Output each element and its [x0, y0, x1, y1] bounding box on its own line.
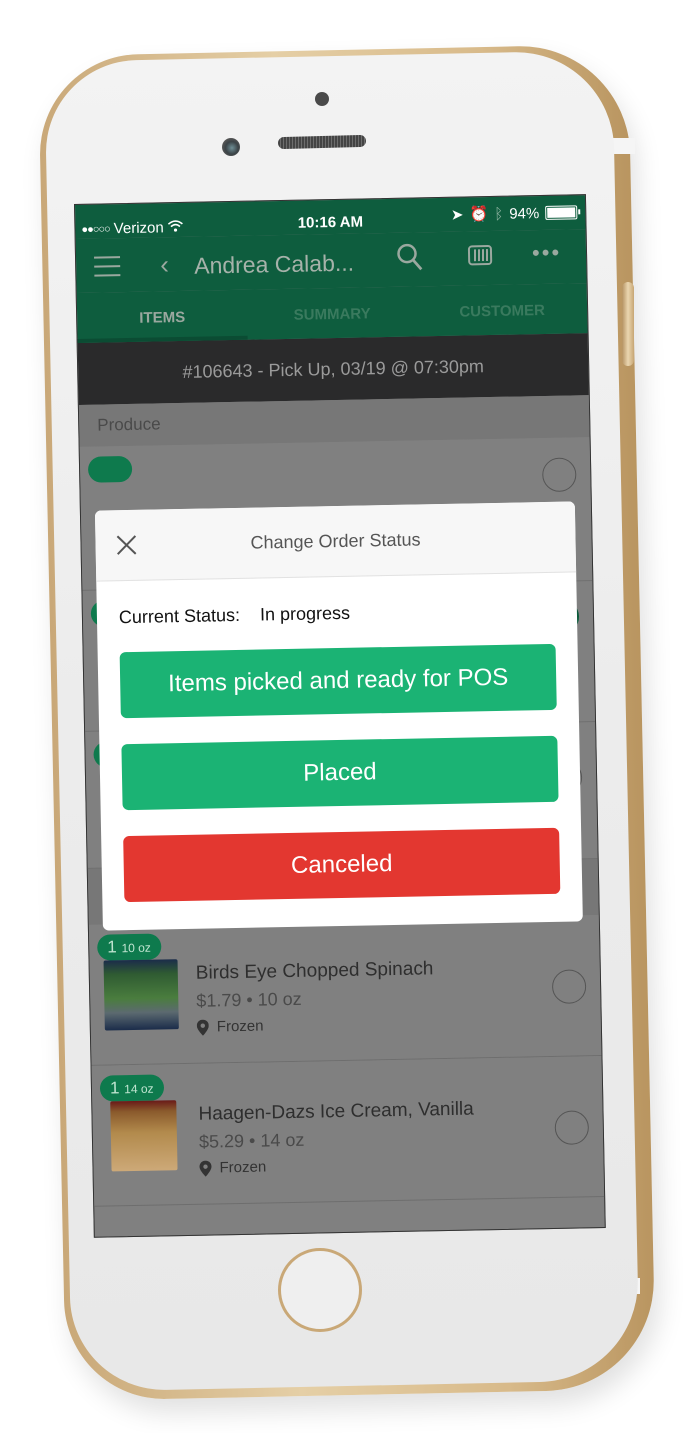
location-pin-icon — [196, 1019, 209, 1036]
product-location: Frozen — [199, 1158, 266, 1176]
quantity-unit: 14 oz — [124, 1081, 154, 1097]
location-arrow-icon: ➤ — [450, 206, 464, 224]
back-chevron-icon[interactable]: ‹ — [160, 249, 169, 280]
size-value: 14 oz — [260, 1129, 305, 1151]
bluetooth-icon: ᛒ — [494, 205, 504, 223]
pick-checkbox[interactable] — [554, 1110, 590, 1145]
battery-icon — [545, 205, 578, 220]
tab-bar: ITEMS SUMMARY CUSTOMER — [76, 283, 588, 343]
list-item[interactable]: 1 14 oz Haagen-Dazs Ice Cream, Vanilla $… — [91, 1056, 605, 1207]
quantity-badge: 1 10 oz — [97, 933, 162, 961]
quantity-badge — [87, 455, 132, 483]
alarm-icon: ⏰ — [469, 206, 489, 224]
front-camera-icon — [222, 138, 240, 156]
items-picked-button[interactable]: Items picked and ready for POS — [119, 643, 557, 719]
power-button — [622, 282, 634, 366]
current-status-label: Current Status: — [118, 604, 241, 628]
product-location: Frozen — [196, 1017, 264, 1036]
product-image — [110, 1100, 178, 1172]
nav-bar: ‹ Andrea Calab... ••• — [75, 229, 587, 293]
pick-checkbox[interactable] — [541, 457, 577, 493]
current-status-value: In progress — [259, 602, 351, 625]
current-status-row: Current Status: In progress — [96, 572, 577, 628]
dialog-header: Change Order Status — [94, 501, 577, 582]
app-screen: ●●○○○ Verizon 10:16 AM ➤ ⏰ ᛒ 94% ‹ Andre… — [74, 194, 606, 1238]
placed-button[interactable]: Placed — [121, 735, 559, 811]
tab-summary[interactable]: SUMMARY — [247, 286, 418, 339]
search-icon[interactable] — [396, 242, 425, 278]
quantity-value: 1 — [109, 1078, 120, 1098]
quantity-unit: 10 oz — [121, 940, 151, 956]
tab-customer[interactable]: CUSTOMER — [417, 283, 588, 336]
quantity-badge: 1 14 oz — [99, 1074, 164, 1102]
product-price: $1.79 • 10 oz — [196, 988, 302, 1011]
list-item[interactable]: 1 10 oz Birds Eye Chopped Spinach $1.79 … — [88, 915, 602, 1066]
battery-percent: 94% — [509, 204, 540, 223]
size-value: 10 oz — [257, 988, 302, 1010]
page-title: Andrea Calab... — [193, 249, 355, 279]
close-icon[interactable] — [115, 534, 137, 556]
canceled-button[interactable]: Canceled — [123, 827, 561, 903]
tab-items[interactable]: ITEMS — [77, 290, 248, 343]
proximity-sensor — [315, 92, 329, 106]
product-name: Haagen-Dazs Ice Cream, Vanilla — [198, 1098, 474, 1125]
pick-checkbox[interactable] — [551, 969, 587, 1004]
product-price: $5.29 • 14 oz — [198, 1129, 305, 1152]
location-pin-icon — [199, 1160, 212, 1177]
change-order-status-dialog: Change Order Status Current Status: In p… — [94, 501, 583, 931]
price-value: $1.79 — [196, 989, 242, 1011]
more-options-icon[interactable]: ••• — [532, 240, 562, 267]
product-name: Birds Eye Chopped Spinach — [195, 958, 434, 984]
order-info-bar: #106643 - Pick Up, 03/19 @ 07:30pm — [77, 333, 589, 405]
earpiece-speaker — [277, 134, 367, 150]
home-button[interactable] — [278, 1248, 362, 1332]
product-image — [103, 959, 179, 1031]
price-value: $5.29 — [198, 1130, 245, 1152]
barcode-scanner-icon[interactable] — [467, 244, 493, 266]
location-text: Frozen — [219, 1158, 267, 1177]
location-text: Frozen — [216, 1017, 264, 1036]
dialog-title: Change Order Status — [250, 529, 421, 553]
hamburger-menu-icon[interactable] — [94, 256, 121, 283]
quantity-value: 1 — [107, 937, 117, 957]
